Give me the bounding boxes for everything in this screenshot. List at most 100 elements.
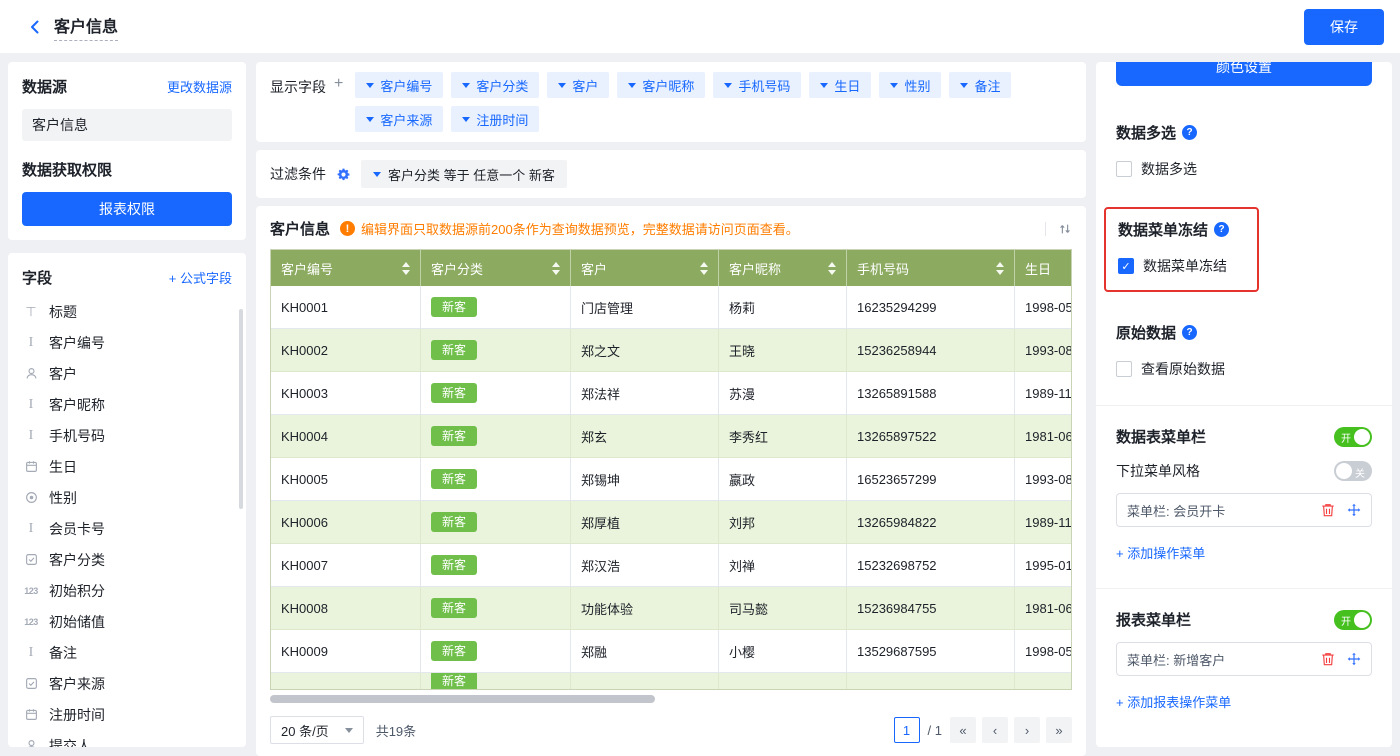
- report-menu-item[interactable]: 菜单栏: 新增客户: [1116, 642, 1372, 676]
- filter-condition-chip[interactable]: 客户分类 等于 任意一个 新客: [361, 160, 567, 188]
- display-field-chip[interactable]: 客户昵称: [617, 72, 705, 98]
- back-icon[interactable]: [22, 14, 48, 40]
- field-item[interactable]: I会员卡号: [22, 513, 232, 544]
- help-icon[interactable]: ?: [1182, 325, 1197, 340]
- gear-icon[interactable]: [336, 167, 351, 182]
- prev-page-button[interactable]: ‹: [982, 717, 1008, 743]
- help-icon[interactable]: ?: [1182, 125, 1197, 140]
- field-item[interactable]: 123初始储值: [22, 606, 232, 637]
- page-size-select[interactable]: 20 条/页: [270, 716, 364, 744]
- table-row[interactable]: KH0006新客郑厚植刘邦132659848221989-11: [271, 501, 1072, 544]
- field-label: 注册时间: [49, 705, 105, 725]
- field-item[interactable]: I客户编号: [22, 327, 232, 358]
- sort-icon[interactable]: [700, 262, 708, 275]
- field-item[interactable]: 性别: [22, 482, 232, 513]
- column-header[interactable]: 生日: [1015, 250, 1072, 286]
- move-icon[interactable]: [1347, 652, 1361, 666]
- display-field-chip[interactable]: 手机号码: [713, 72, 801, 98]
- chip-label: 客户昵称: [642, 76, 694, 95]
- add-table-menu-link[interactable]: + 添加操作菜单: [1116, 543, 1372, 562]
- trash-icon[interactable]: [1321, 503, 1335, 517]
- field-label: 客户分类: [49, 550, 105, 570]
- table-row[interactable]: KH0003新客郑法祥苏漫132658915881989-11: [271, 372, 1072, 415]
- sort-icon[interactable]: [828, 262, 836, 275]
- table-row[interactable]: KH0007新客郑汉浩刘禅152326987521995-01: [271, 544, 1072, 587]
- trash-icon[interactable]: [1321, 652, 1335, 666]
- move-icon[interactable]: [1347, 503, 1361, 517]
- help-icon[interactable]: ?: [1214, 222, 1229, 237]
- field-item[interactable]: 客户: [22, 358, 232, 389]
- field-item[interactable]: 注册时间: [22, 699, 232, 730]
- table-menu-item[interactable]: 菜单栏: 会员开卡: [1116, 493, 1372, 527]
- horizontal-scrollbar[interactable]: [270, 695, 655, 703]
- table-row[interactable]: KH0008新客功能体验司马懿152369847551981-06: [271, 587, 1072, 630]
- raw-data-option[interactable]: 查看原始数据: [1116, 359, 1372, 379]
- field-item[interactable]: 提交人: [22, 730, 232, 747]
- change-datasource-link[interactable]: 更改数据源: [167, 77, 232, 96]
- table-row[interactable]: KH0001新客门店管理杨莉162352942991998-05: [271, 286, 1072, 329]
- display-field-chip[interactable]: 客户编号: [355, 72, 443, 98]
- table-row[interactable]: KH0002新客郑之文王晓152362589441993-08: [271, 329, 1072, 372]
- display-field-chip[interactable]: 客户分类: [451, 72, 539, 98]
- page-size-value: 20 条/页: [281, 721, 329, 740]
- display-field-chip[interactable]: 注册时间: [451, 106, 539, 132]
- field-item[interactable]: 123初始积分: [22, 575, 232, 606]
- field-item[interactable]: 生日: [22, 451, 232, 482]
- column-header[interactable]: 客户: [571, 250, 719, 286]
- multi-select-option[interactable]: 数据多选: [1116, 159, 1372, 179]
- display-field-chip[interactable]: 客户: [547, 72, 609, 98]
- toggle-knob: [1354, 612, 1370, 628]
- field-item[interactable]: 客户来源: [22, 668, 232, 699]
- freeze-option[interactable]: ✓ 数据菜单冻结: [1118, 256, 1229, 276]
- field-label: 生日: [49, 457, 77, 477]
- table-row[interactable]: KH0005新客郑锡坤嬴政165236572991993-08: [271, 458, 1072, 501]
- add-display-field-icon[interactable]: +: [334, 72, 343, 132]
- display-field-chip[interactable]: 客户来源: [355, 106, 443, 132]
- sort-icon[interactable]: [402, 262, 410, 275]
- sort-icon[interactable]: [996, 262, 1004, 275]
- chevron-down-icon: [366, 117, 374, 122]
- next-page-button[interactable]: ›: [1014, 717, 1040, 743]
- first-page-button[interactable]: «: [950, 717, 976, 743]
- table-cell: KH0002: [271, 329, 421, 372]
- add-formula-field-link[interactable]: + 公式字段: [169, 268, 232, 287]
- color-settings-button[interactable]: 颜色设置: [1116, 62, 1372, 86]
- sort-icon[interactable]: [552, 262, 560, 275]
- dropdown-style-toggle[interactable]: 关: [1334, 461, 1372, 481]
- datasource-item[interactable]: 客户信息: [22, 109, 232, 141]
- field-item[interactable]: I客户昵称: [22, 389, 232, 420]
- page-total: / 1: [928, 723, 942, 738]
- vertical-scrollbar[interactable]: [239, 309, 243, 509]
- checkbox-unchecked[interactable]: [1116, 361, 1132, 377]
- report-menu-toggle[interactable]: 开: [1334, 610, 1372, 630]
- table-row[interactable]: KH0004新客郑玄李秀红132658975221981-06: [271, 415, 1072, 458]
- display-field-chip[interactable]: 生日: [809, 72, 871, 98]
- table-sort-control-icon[interactable]: [1045, 222, 1072, 236]
- page-title[interactable]: 客户信息: [54, 13, 118, 41]
- field-item[interactable]: 客户分类: [22, 544, 232, 575]
- field-item[interactable]: I手机号码: [22, 420, 232, 451]
- display-field-chip[interactable]: 性别: [879, 72, 941, 98]
- table-row-partial[interactable]: 新客: [271, 673, 1072, 690]
- status-badge: 新客: [431, 426, 477, 446]
- column-header[interactable]: 客户分类: [421, 250, 571, 286]
- field-item[interactable]: I备注: [22, 637, 232, 668]
- current-page[interactable]: 1: [894, 717, 920, 743]
- report-permission-button[interactable]: 报表权限: [22, 192, 232, 226]
- checkbox-unchecked[interactable]: [1116, 161, 1132, 177]
- column-header[interactable]: 客户编号: [271, 250, 421, 286]
- display-field-chip[interactable]: 备注: [949, 72, 1011, 98]
- add-report-menu-link[interactable]: + 添加报表操作菜单: [1116, 692, 1372, 711]
- text-icon: I: [22, 645, 40, 661]
- save-button[interactable]: 保存: [1304, 9, 1384, 45]
- column-header[interactable]: 客户昵称: [719, 250, 847, 286]
- field-item[interactable]: ⊤标题: [22, 296, 232, 327]
- last-page-button[interactable]: »: [1046, 717, 1072, 743]
- column-header[interactable]: 手机号码: [847, 250, 1015, 286]
- freeze-label: 数据菜单冻结: [1143, 256, 1227, 276]
- checkbox-checked[interactable]: ✓: [1118, 258, 1134, 274]
- table-cell: KH0009: [271, 630, 421, 673]
- table-menu-toggle[interactable]: 开: [1334, 427, 1372, 447]
- table-cell: 1989-11: [1015, 372, 1072, 415]
- table-row[interactable]: KH0009新客郑融小樱135296875951998-05: [271, 630, 1072, 673]
